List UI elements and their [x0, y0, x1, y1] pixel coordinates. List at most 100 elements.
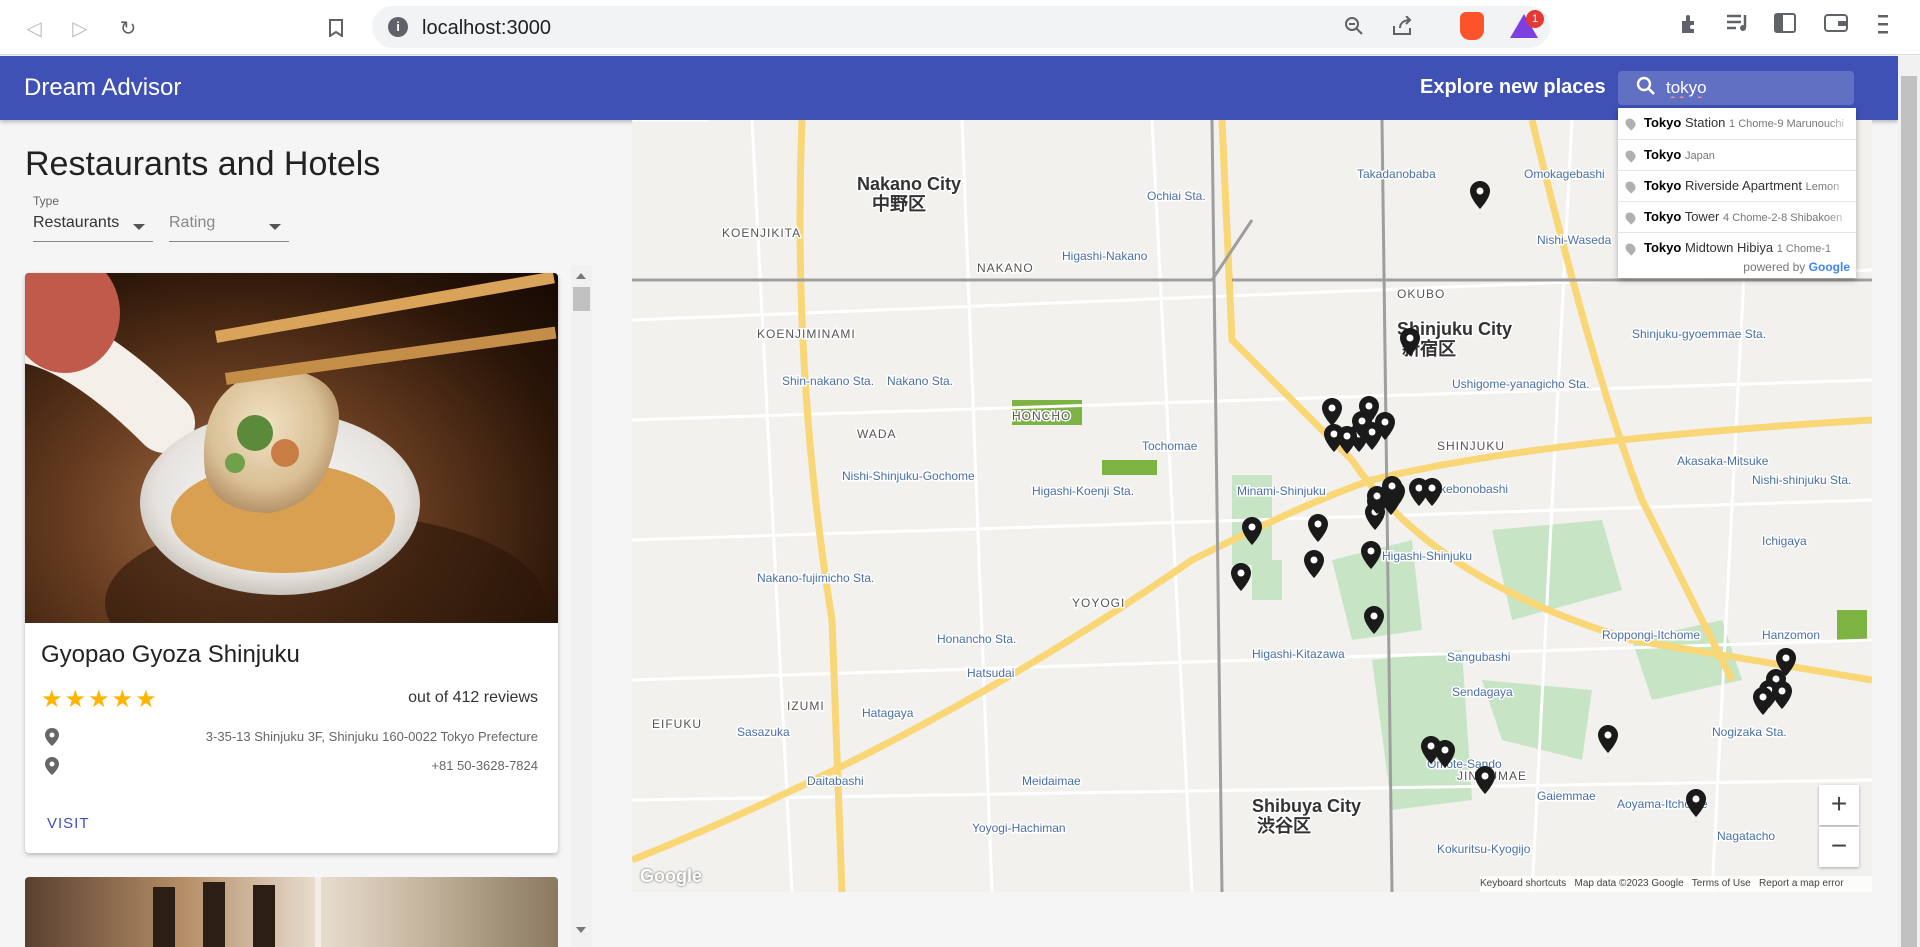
search-input[interactable]	[1666, 76, 1846, 100]
zoom-out-button[interactable]: −	[1819, 827, 1859, 867]
map-label: Nishi-Shinjuku-Gochome	[842, 469, 975, 483]
bookmark-icon[interactable]	[322, 14, 350, 42]
visit-button[interactable]: VISIT	[47, 815, 90, 832]
reload-icon[interactable]: ↻	[114, 14, 142, 42]
map-label: SHINJUKU	[1437, 439, 1505, 453]
zoom-in-button[interactable]: +	[1819, 785, 1859, 825]
scroll-thumb[interactable]	[573, 287, 590, 311]
map-label: Roppongi-Itchome	[1602, 628, 1700, 642]
autocomplete-item[interactable]: Tokyo Japan	[1618, 139, 1856, 170]
map-label: Ichigaya	[1762, 534, 1807, 548]
phone-location-icon	[45, 757, 59, 775]
map-label: 中野区	[872, 193, 926, 214]
autocomplete-item[interactable]: Tokyo Midtown Hibiya 1 Chome-1	[1618, 232, 1856, 263]
review-count: out of 412 reviews	[408, 689, 538, 706]
place-card: Gyopao Gyoza Shinjuku ★★★★★ out of 412 r…	[25, 273, 558, 853]
map-label: Ochiai Sta.	[1147, 189, 1206, 203]
scroll-up-icon[interactable]	[576, 273, 586, 279]
forward-icon[interactable]: ▷	[66, 14, 94, 42]
map-label: Meidaimae	[1022, 774, 1081, 788]
map-label: Hatagaya	[862, 706, 914, 720]
autocomplete-dropdown: Tokyo Station 1 Chome-9 Marunouchi Tokyo…	[1618, 108, 1856, 278]
map-label: NAKANO	[977, 261, 1034, 275]
map-label: HONCHO	[1012, 409, 1071, 423]
map-label: Gaiemmae	[1537, 789, 1596, 803]
browser-toolbar: ◁ ▷ ↻ i localhost:3000 1	[0, 0, 1920, 55]
map-label: Tochomae	[1142, 439, 1198, 453]
report-link[interactable]: Report a map error	[1759, 878, 1843, 889]
brave-shields-icon[interactable]	[1460, 12, 1484, 40]
map-label: Sendagaya	[1452, 685, 1513, 699]
map-label: Hanzomon	[1762, 628, 1820, 642]
map-label: KOENJIMINAMI	[757, 327, 856, 341]
page-scrollbar[interactable]	[1898, 56, 1920, 947]
page-scroll-thumb[interactable]	[1901, 76, 1917, 947]
map-label: Nakano-fujimicho Sta.	[757, 571, 874, 585]
page-title: Restaurants and Hotels	[25, 145, 381, 183]
map-label: WADA	[857, 427, 897, 441]
share-icon[interactable]	[1392, 15, 1414, 41]
map-label: Omokagebashi	[1524, 167, 1605, 181]
zoom-icon[interactable]	[1344, 16, 1364, 41]
type-filter[interactable]: Type Restaurants	[33, 194, 153, 242]
pin-icon	[1623, 210, 1638, 225]
explore-label: Explore new places	[1420, 76, 1606, 98]
place-card-next	[25, 877, 558, 947]
pin-icon	[1623, 116, 1638, 131]
brand-title: Dream Advisor	[24, 74, 182, 101]
url-text: localhost:3000	[422, 17, 551, 39]
map-label: Yoyogi-Hachiman	[972, 821, 1066, 835]
extensions-icon[interactable]	[1678, 13, 1700, 41]
pin-icon	[1623, 148, 1638, 163]
map-label: Takadanobaba	[1357, 167, 1436, 181]
map-label: Higashi-Nakano	[1062, 249, 1148, 263]
map-label: Shinanomachi	[632, 120, 708, 123]
map-label: Nishi-Waseda	[1537, 233, 1612, 247]
map-label: Akebonobashi	[1432, 482, 1508, 496]
map-label: Nakano Sta.	[887, 374, 953, 388]
map-label: Nishi-shinjuku Sta.	[1752, 473, 1851, 487]
map-label: Higashi-Shinjuku	[1382, 549, 1472, 563]
menu-icon[interactable]	[1878, 13, 1888, 41]
sidebar-icon[interactable]	[1774, 13, 1796, 39]
map-label: Kokuritsu-Kyogijo	[1437, 842, 1531, 856]
back-icon[interactable]: ◁	[20, 14, 48, 42]
map-label: Honancho Sta.	[937, 632, 1016, 646]
dropdown-arrow-icon	[133, 224, 145, 230]
address-bar[interactable]: i localhost:3000	[372, 6, 1550, 48]
scroll-down-icon[interactable]	[576, 927, 586, 933]
map-label: IZUMI	[787, 699, 825, 713]
search-icon	[1636, 75, 1656, 102]
type-label: Type	[33, 194, 60, 208]
pin-icon	[1623, 241, 1638, 256]
site-info-icon[interactable]: i	[388, 17, 408, 37]
place-name: Gyopao Gyoza Shinjuku	[41, 641, 300, 668]
keyboard-shortcuts-link[interactable]: Keyboard shortcuts	[1480, 878, 1566, 889]
rating-select[interactable]: Rating	[169, 214, 289, 242]
map-label: Akasaka-Mitsuke	[1677, 454, 1769, 468]
search-box[interactable]	[1618, 71, 1854, 105]
rating-placeholder: Rating	[169, 214, 216, 231]
map-label: Ushigome-yanagicho Sta.	[1452, 377, 1589, 391]
autocomplete-item[interactable]: Tokyo Riverside Apartment Lemon	[1618, 170, 1856, 201]
media-icon[interactable]	[1726, 13, 1750, 39]
wallet-icon[interactable]	[1824, 13, 1848, 39]
type-select[interactable]: Restaurants	[33, 214, 153, 242]
map-label: Shibuya City	[1252, 796, 1361, 816]
notification-badge: 1	[1526, 10, 1544, 28]
map-label: Higashi-Kitazawa	[1252, 647, 1345, 661]
autocomplete-item[interactable]: Tokyo Tower 4 Chome-2-8 Shibakoen	[1618, 201, 1856, 232]
map-label: Minami-Shinjuku	[1237, 484, 1326, 498]
google-logo: Google	[640, 866, 702, 886]
map-label: Higashi-Koenji Sta.	[1032, 484, 1134, 498]
map-label: 渋谷区	[1257, 815, 1311, 836]
map-label: Sangubashi	[1447, 650, 1510, 664]
map-label: Nakano City	[857, 174, 961, 194]
location-icon	[45, 728, 59, 746]
rating-stars: ★★★★★	[41, 685, 159, 713]
map-data-text: Map data ©2023 Google	[1574, 878, 1684, 889]
map-label: YOYOGI	[1072, 596, 1125, 610]
terms-link[interactable]: Terms of Use	[1692, 878, 1751, 889]
autocomplete-item[interactable]: Tokyo Station 1 Chome-9 Marunouchi	[1618, 108, 1856, 139]
list-scrollbar[interactable]	[571, 265, 592, 947]
